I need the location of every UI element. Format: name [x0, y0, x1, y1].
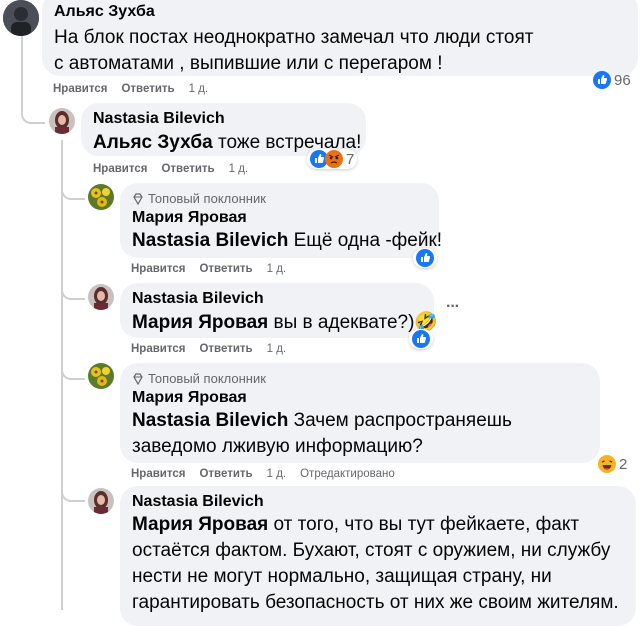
like-button[interactable]: Нравится	[131, 343, 185, 355]
reply-button[interactable]: Ответить	[161, 163, 214, 175]
edited-label[interactable]: Отредактировано	[300, 468, 395, 480]
avatar[interactable]	[88, 488, 114, 514]
comment-bubble: Nastasia Bilevich Мария Яровая вы в адек…	[120, 283, 439, 338]
like-button[interactable]: Нравится	[131, 468, 185, 480]
more-options-button[interactable]: ···	[446, 298, 460, 316]
reaction-summary[interactable]	[409, 329, 433, 349]
thread-line	[61, 280, 85, 300]
comment-text: Nastasia Bilevich Зачем распространяешь …	[132, 410, 512, 457]
comment-author[interactable]: Мария Яровая	[132, 209, 427, 227]
comment-actions: Нравится Ответить 1 д. Отредактировано	[131, 468, 409, 480]
comment-actions: Нравится Ответить 1 д.	[53, 83, 222, 95]
comment-actions: Нравится Ответить 1 д.	[93, 163, 262, 175]
comment-text: Nastasia Bilevich Ещё одна -фейк!	[132, 230, 443, 251]
comment-actions: Нравится Ответить 1 д.	[131, 343, 300, 355]
reaction-count: 2	[619, 455, 628, 473]
mention-link[interactable]: Мария Яровая	[132, 514, 268, 535]
like-button[interactable]: Нравится	[131, 263, 185, 275]
comment-author[interactable]: Nastasia Bilevich	[132, 493, 624, 511]
reaction-summary[interactable]: 96	[593, 71, 631, 89]
reply-button[interactable]: Ответить	[121, 83, 174, 95]
reply-button[interactable]: Ответить	[199, 343, 252, 355]
comment-time[interactable]: 1 д.	[267, 343, 287, 355]
avatar[interactable]	[49, 108, 75, 134]
haha-reaction-icon	[598, 455, 616, 473]
diamond-icon	[133, 372, 143, 385]
comment-time[interactable]: 1 д.	[189, 83, 209, 95]
avatar[interactable]	[3, 0, 39, 36]
like-button[interactable]: Нравится	[53, 83, 107, 95]
comment-text: Мария Яровая вы в адеквате?)🤣	[132, 312, 439, 333]
avatar[interactable]	[88, 284, 114, 310]
comment-time[interactable]: 1 д.	[267, 468, 287, 480]
comment-bubble: Топовый поклонник Мария Яровая Nastasia …	[120, 363, 600, 463]
diamond-icon	[133, 192, 143, 205]
comment-bubble: Nastasia Bilevich Мария Яровая от того, …	[120, 486, 636, 626]
reaction-summary[interactable]	[413, 248, 437, 268]
comment-author[interactable]: Nastasia Bilevich	[93, 110, 354, 128]
comment-text: Мария Яровая от того, что вы тут фейкает…	[132, 514, 619, 613]
comment-time[interactable]: 1 д.	[267, 263, 287, 275]
comment-author[interactable]: Мария Яровая	[132, 389, 588, 407]
mention-link[interactable]: Мария Яровая	[132, 312, 268, 333]
avatar[interactable]	[88, 184, 114, 210]
top-fan-badge: Топовый поклонник	[132, 191, 427, 206]
reaction-count: 7	[346, 150, 355, 168]
reaction-summary[interactable]: 7	[307, 149, 358, 169]
like-reaction-icon	[593, 71, 611, 89]
comment-bubble: Альяс Зухба На блок постах неоднократно …	[42, 0, 638, 76]
comment-time[interactable]: 1 д.	[229, 163, 249, 175]
reaction-summary[interactable]: 2	[598, 455, 627, 473]
like-reaction-icon	[412, 330, 430, 348]
thread-line	[61, 360, 85, 380]
thread-line	[61, 482, 85, 502]
mention-link[interactable]: Nastasia Bilevich	[132, 230, 288, 251]
reaction-count: 96	[614, 71, 631, 89]
top-fan-badge: Топовый поклонник	[132, 371, 588, 386]
angry-reaction-icon	[325, 150, 343, 168]
like-button[interactable]: Нравится	[93, 163, 147, 175]
comment-text: На блок постах неоднократно замечал что …	[54, 27, 534, 74]
like-reaction-icon	[416, 249, 434, 267]
comment-author[interactable]: Nastasia Bilevich	[132, 290, 422, 308]
thread-line	[61, 176, 85, 200]
comment-bubble: Топовый поклонник Мария Яровая Nastasia …	[120, 183, 443, 258]
mention-link[interactable]: Nastasia Bilevich	[132, 410, 288, 431]
avatar[interactable]	[88, 363, 114, 389]
reply-button[interactable]: Ответить	[199, 468, 252, 480]
mention-link[interactable]: Альяс Зухба	[93, 132, 213, 153]
reply-button[interactable]: Ответить	[199, 263, 252, 275]
comment-author[interactable]: Альяс Зухба	[54, 3, 626, 21]
comment-actions: Нравится Ответить 1 д.	[131, 263, 300, 275]
